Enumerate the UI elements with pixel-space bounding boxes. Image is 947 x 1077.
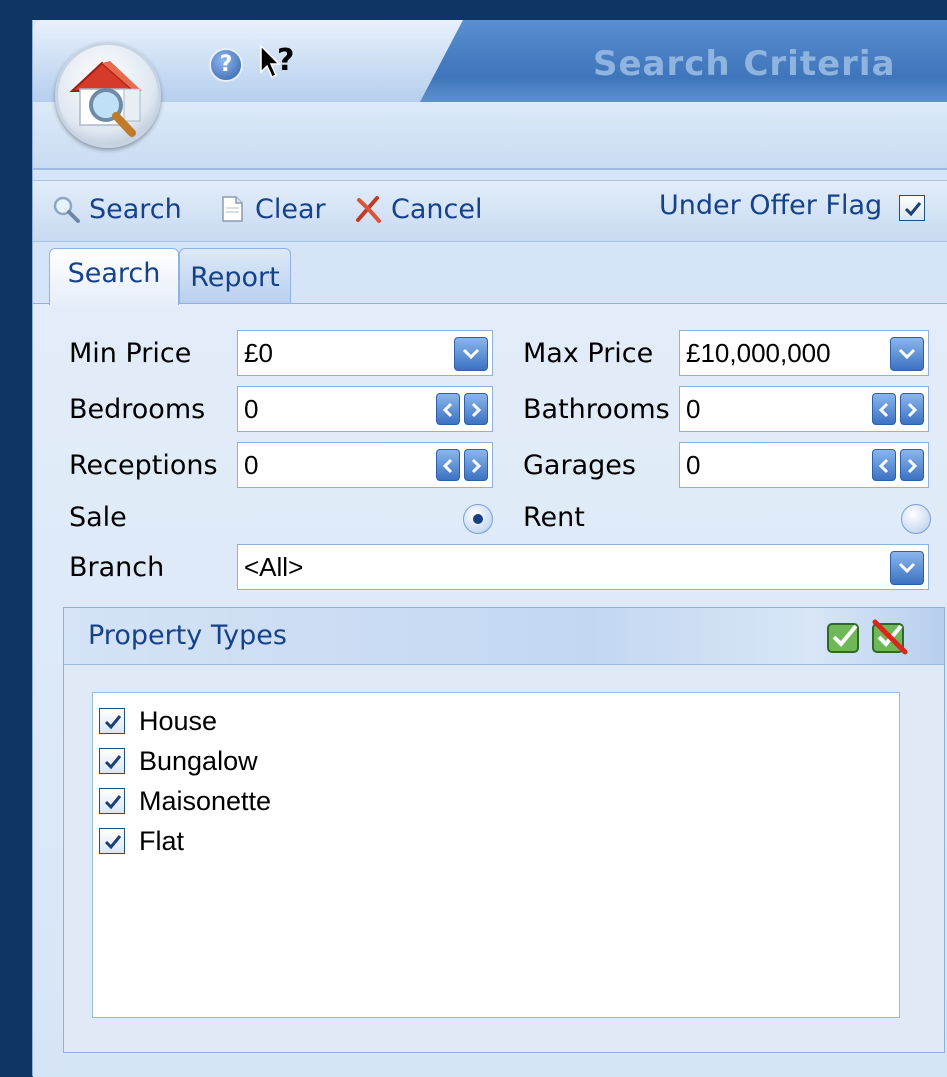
min-price-dropdown[interactable]: £0: [237, 330, 493, 376]
chevron-left-icon[interactable]: [872, 393, 896, 425]
checkmark-icon: [104, 835, 122, 850]
house-search-logo-icon[interactable]: [55, 42, 161, 148]
list-item[interactable]: Maisonette: [99, 781, 271, 821]
bedrooms-stepper[interactable]: 0: [237, 386, 493, 432]
under-offer-flag-checkbox[interactable]: [899, 195, 925, 221]
property-types-title: Property Types: [88, 620, 287, 651]
branch-dropdown[interactable]: <All>: [237, 544, 929, 590]
list-item-label: Flat: [139, 825, 185, 856]
max-price-dropdown[interactable]: £10,000,000: [679, 330, 929, 376]
bathrooms-value: 0: [686, 394, 701, 424]
property-types-header: Property Types: [64, 608, 944, 665]
checkmark-icon: [104, 715, 122, 730]
search-button[interactable]: Search: [51, 191, 182, 227]
receptions-stepper[interactable]: 0: [237, 442, 493, 488]
chevron-right-icon[interactable]: [900, 393, 924, 425]
rent-radio[interactable]: [901, 504, 931, 534]
search-icon: [53, 196, 80, 223]
chevron-right-icon[interactable]: [464, 393, 488, 425]
cancel-x-icon: [356, 196, 381, 223]
branch-value: <All>: [244, 552, 304, 582]
min-price-value: £0: [244, 338, 273, 368]
list-item[interactable]: Bungalow: [99, 741, 258, 781]
sale-radio[interactable]: [463, 504, 493, 534]
clear-page-icon: [222, 196, 243, 222]
chevron-down-icon[interactable]: [890, 551, 924, 585]
max-price-label: Max Price: [523, 338, 654, 369]
chevron-right-icon[interactable]: [900, 449, 924, 481]
checkmark-icon: [104, 795, 122, 810]
title-bar: ? ? Search Criteria: [33, 20, 947, 102]
search-criteria-window: ? ? Search Criteria Search Clear Cancel …: [32, 20, 947, 1077]
branch-label: Branch: [69, 552, 165, 583]
cancel-button-label: Cancel: [391, 193, 483, 225]
bathrooms-stepper[interactable]: 0: [679, 386, 929, 432]
bathrooms-label: Bathrooms: [523, 394, 670, 425]
ribbon-area: [33, 102, 947, 170]
window-title: Search Criteria: [593, 44, 896, 84]
list-item-label: Maisonette: [139, 785, 272, 816]
chevron-down-icon[interactable]: [890, 337, 924, 371]
house-checkbox[interactable]: [99, 708, 125, 734]
search-button-label: Search: [89, 193, 182, 225]
bedrooms-label: Bedrooms: [69, 394, 206, 425]
bedrooms-value: 0: [244, 394, 259, 424]
svg-text:?: ?: [277, 43, 294, 78]
sale-label: Sale: [69, 502, 127, 533]
receptions-label: Receptions: [69, 450, 218, 481]
uncheck-all-icon[interactable]: [869, 618, 909, 656]
receptions-value: 0: [244, 450, 259, 480]
help-icon[interactable]: ?: [209, 48, 243, 82]
flat-checkbox[interactable]: [99, 828, 125, 854]
checkmark-icon: [904, 202, 922, 217]
max-price-value: £10,000,000: [686, 338, 831, 368]
bungalow-checkbox[interactable]: [99, 748, 125, 774]
property-types-list: House Bungalow Maisonette Flat: [92, 692, 900, 1018]
clear-button-label: Clear: [255, 193, 326, 225]
chevron-left-icon[interactable]: [436, 393, 460, 425]
tab-report[interactable]: Report: [179, 248, 291, 305]
chevron-left-icon[interactable]: [436, 449, 460, 481]
check-all-icon[interactable]: [826, 620, 864, 654]
cancel-button[interactable]: Cancel: [353, 191, 482, 227]
garages-stepper[interactable]: 0: [679, 442, 929, 488]
chevron-left-icon[interactable]: [872, 449, 896, 481]
whats-this-icon[interactable]: ?: [257, 42, 301, 82]
garages-value: 0: [686, 450, 701, 480]
chevron-down-icon[interactable]: [454, 337, 488, 371]
chevron-right-icon[interactable]: [464, 449, 488, 481]
garages-label: Garages: [523, 450, 636, 481]
property-types-group: Property Types House Bungalow Maisonette…: [63, 607, 945, 1053]
list-item[interactable]: Flat: [99, 821, 184, 861]
min-price-label: Min Price: [69, 338, 192, 369]
list-item-label: House: [139, 705, 218, 736]
radio-dot: [473, 514, 483, 524]
tab-search[interactable]: Search: [49, 248, 179, 305]
rent-label: Rent: [523, 502, 585, 533]
list-item-label: Bungalow: [139, 745, 258, 776]
maisonette-checkbox[interactable]: [99, 788, 125, 814]
under-offer-flag-label: Under Offer Flag: [659, 190, 883, 221]
checkmark-icon: [104, 755, 122, 770]
clear-button[interactable]: Clear: [217, 191, 326, 227]
list-item[interactable]: House: [99, 701, 217, 741]
